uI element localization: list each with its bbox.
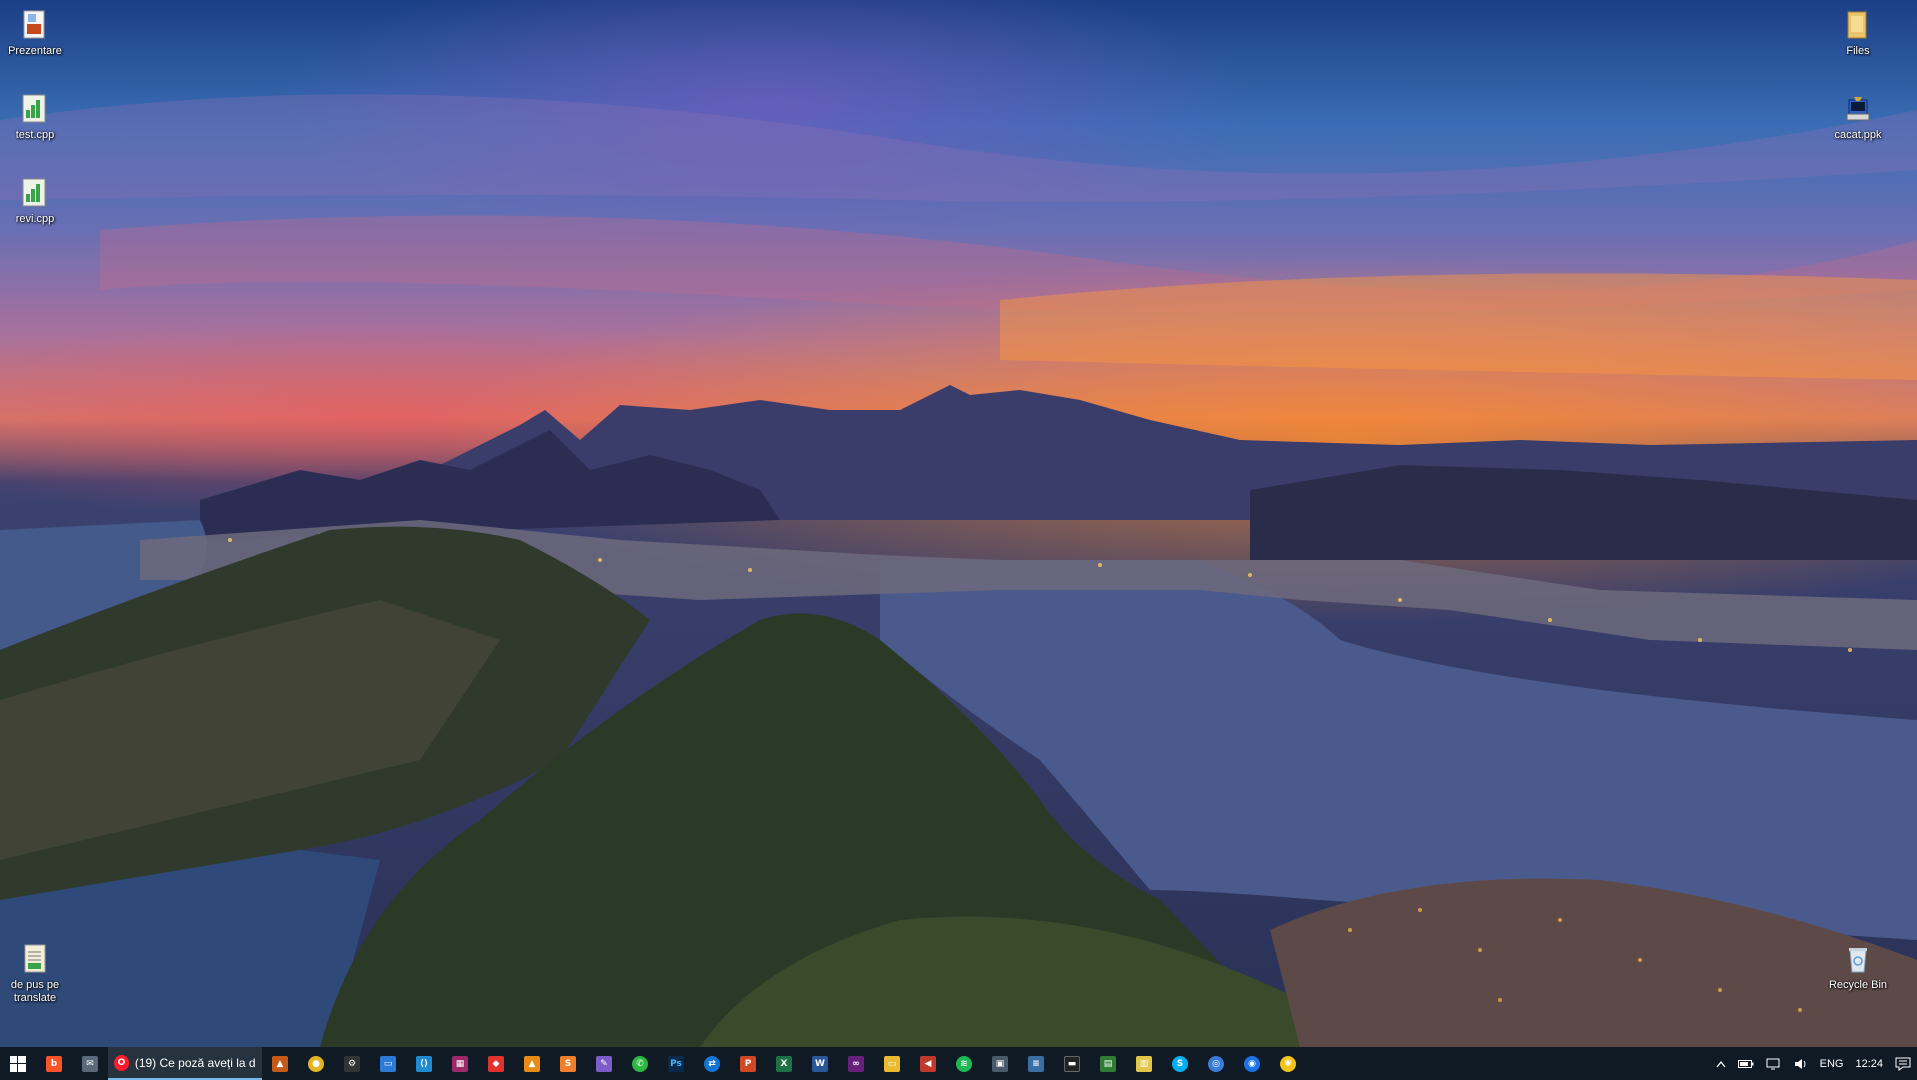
desktop-icon-label: test.cpp <box>15 129 55 141</box>
system-tray: ENG 12:24 <box>1710 1047 1917 1080</box>
taskbar-skype[interactable]: S <box>1162 1047 1198 1080</box>
taskbar-terminal[interactable]: ▤ <box>1090 1047 1126 1080</box>
taskbar-sublime[interactable]: S <box>550 1047 586 1080</box>
settings-icon: ⚙ <box>344 1055 360 1072</box>
taskbar-settings[interactable]: ⚙ <box>334 1047 370 1080</box>
cpp-file-icon <box>19 176 51 210</box>
skype-icon: S <box>1172 1055 1188 1072</box>
speaker-app-icon: ◀ <box>920 1055 936 1072</box>
taskbar: b ✉ O (19) Ce poză aveți la d... ▲ ● ⚙ ▭… <box>0 1047 1917 1080</box>
browser-icon: ◎ <box>1208 1055 1224 1072</box>
desktop-icon-prezentare[interactable]: Prezentare <box>0 8 70 58</box>
active-window-title: (19) Ce poză aveți la d... <box>134 1055 256 1070</box>
pen-icon: ✎ <box>596 1055 612 1072</box>
ssd-icon: ▬ <box>1064 1055 1080 1072</box>
notes-icon: ▥ <box>1136 1055 1152 1072</box>
taskbar-vscode[interactable]: ⟨⟩ <box>406 1047 442 1080</box>
desktop-wallpaper: Prezentare test.cpp revi.cpp de pus pe t… <box>0 0 1917 1047</box>
matlab-icon: ▲ <box>272 1055 288 1072</box>
taskbar-teamviewer[interactable]: ⇄ <box>694 1047 730 1080</box>
taskbar-winrar[interactable]: ▦ <box>442 1047 478 1080</box>
desktop-icon-de-pus-pe-translate[interactable]: de pus pe translate <box>0 942 70 1005</box>
desktop-icon-cacat-ppk[interactable]: cacat.ppk <box>1823 92 1893 142</box>
taskbar-paint[interactable]: ✺ <box>1270 1047 1306 1080</box>
chrome-icon: ● <box>308 1055 324 1072</box>
network-app-icon: ▣ <box>992 1055 1008 1072</box>
taskbar-excel[interactable]: X <box>766 1047 802 1080</box>
winrar-icon: ▦ <box>452 1055 468 1072</box>
desktop-icon-label: Files <box>1846 45 1870 57</box>
taskbar-word[interactable]: W <box>802 1047 838 1080</box>
desktop-icon-label: Prezentare <box>8 45 62 57</box>
taskbar-chrome[interactable]: ● <box>298 1047 334 1080</box>
paint-icon: ✺ <box>1280 1055 1296 1072</box>
taskbar-notepad[interactable]: ≡ <box>1018 1047 1054 1080</box>
action-center-icon[interactable] <box>1889 1047 1917 1080</box>
vlc-icon: ▲ <box>524 1055 540 1072</box>
terminal-icon: ▤ <box>1100 1055 1116 1072</box>
teamviewer-icon: ⇄ <box>704 1055 720 1072</box>
taskbar-browser[interactable]: ◎ <box>1198 1047 1234 1080</box>
taskbar-spotify[interactable]: ≋ <box>946 1047 982 1080</box>
photoshop-icon: Ps <box>668 1055 684 1072</box>
putty-key-icon <box>1842 92 1874 126</box>
wallpaper-scene <box>0 94 1917 1047</box>
volume-icon[interactable] <box>1788 1047 1814 1080</box>
taskbar-notes[interactable]: ▥ <box>1126 1047 1162 1080</box>
webcam-icon: ◉ <box>1244 1055 1260 1072</box>
notepad-icon: ≡ <box>1028 1055 1044 1072</box>
file-explorer-icon: ▭ <box>884 1055 900 1072</box>
brave-icon: b <box>46 1055 62 1072</box>
taskbar-matlab[interactable]: ▲ <box>262 1047 298 1080</box>
taskbar-vlc[interactable]: ▲ <box>514 1047 550 1080</box>
desktop-icon-recycle-bin[interactable]: Recycle Bin <box>1823 942 1893 992</box>
taskbar-network-app[interactable]: ▣ <box>982 1047 1018 1080</box>
remote-desktop-icon: ▭ <box>380 1055 396 1072</box>
vscode-icon: ⟨⟩ <box>416 1055 432 1072</box>
anydesk-icon: ◆ <box>488 1055 504 1072</box>
taskbar-pen[interactable]: ✎ <box>586 1047 622 1080</box>
cpp-file-icon <box>19 92 51 126</box>
desktop-icon-label: cacat.ppk <box>1834 129 1882 141</box>
pptx-file-icon <box>19 8 51 42</box>
whatsapp-icon: ✆ <box>632 1055 648 1072</box>
taskbar-file-explorer[interactable]: ▭ <box>874 1047 910 1080</box>
taskbar-brave[interactable]: b <box>36 1047 72 1080</box>
desktop-icon-label: revi.cpp <box>15 213 55 225</box>
taskbar-photoshop[interactable]: Ps <box>658 1047 694 1080</box>
opera-browser-icon: O <box>114 1054 129 1071</box>
taskbar-remote-desktop[interactable]: ▭ <box>370 1047 406 1080</box>
sublime-icon: S <box>560 1055 576 1072</box>
folder-file-icon <box>1842 8 1874 42</box>
taskbar-visual-studio[interactable]: ∞ <box>838 1047 874 1080</box>
show-hidden-icons-chevron-icon[interactable] <box>1710 1047 1732 1080</box>
windows-logo-icon <box>10 1055 26 1072</box>
clock-time[interactable]: 12:24 <box>1849 1047 1889 1080</box>
taskbar-speaker-app[interactable]: ◀ <box>910 1047 946 1080</box>
desktop-icon-label: Recycle Bin <box>1828 979 1888 991</box>
taskbar-anydesk[interactable]: ◆ <box>478 1047 514 1080</box>
powerpoint-icon: P <box>740 1055 756 1072</box>
visual-studio-icon: ∞ <box>848 1055 864 1072</box>
desktop-icon-revi-cpp[interactable]: revi.cpp <box>0 176 70 226</box>
word-icon: W <box>812 1055 828 1072</box>
recycle-bin-icon <box>1842 942 1874 976</box>
input-language[interactable]: ENG <box>1814 1047 1850 1080</box>
taskbar-email[interactable]: ✉ <box>72 1047 108 1080</box>
taskbar-whatsapp[interactable]: ✆ <box>622 1047 658 1080</box>
taskbar-ssd[interactable]: ▬ <box>1054 1047 1090 1080</box>
taskbar-webcam[interactable]: ◉ <box>1234 1047 1270 1080</box>
desktop-icon-label: de pus pe translate <box>10 979 60 1004</box>
battery-icon[interactable] <box>1732 1047 1760 1080</box>
text-file-icon <box>19 942 51 976</box>
email-icon: ✉ <box>82 1055 98 1072</box>
taskbar-powerpoint[interactable]: P <box>730 1047 766 1080</box>
taskbar-active-window-opera[interactable]: O (19) Ce poză aveți la d... <box>108 1047 262 1080</box>
network-icon[interactable] <box>1760 1047 1788 1080</box>
spotify-icon: ≋ <box>956 1055 972 1072</box>
start-button[interactable] <box>0 1047 36 1080</box>
desktop-icon-files[interactable]: Files <box>1823 8 1893 58</box>
excel-icon: X <box>776 1055 792 1072</box>
desktop-icon-test-cpp[interactable]: test.cpp <box>0 92 70 142</box>
